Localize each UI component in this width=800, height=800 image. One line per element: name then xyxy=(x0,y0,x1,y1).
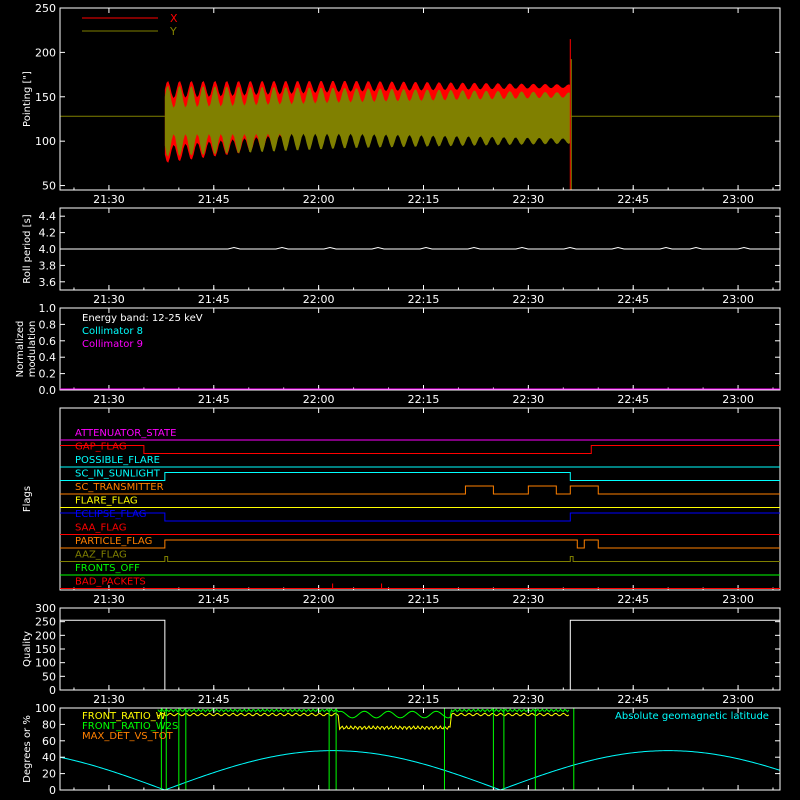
latitude-ytick-label: 20 xyxy=(42,768,56,781)
quality-ytick-label: 250 xyxy=(35,616,56,629)
flags-xtick-label: 21:45 xyxy=(198,593,230,606)
quality-xtick-label: 22:45 xyxy=(617,693,649,706)
latitude-ytick-label: 100 xyxy=(35,702,56,715)
pointing-ytick-label: 250 xyxy=(35,2,56,15)
modulation-ytick-label: 1.0 xyxy=(39,302,57,315)
flags-xtick-label: 22:30 xyxy=(512,593,544,606)
quality-xtick-label: 22:00 xyxy=(303,693,335,706)
quality-ytick-label: 50 xyxy=(42,670,56,683)
modulation-xtick-label: 21:45 xyxy=(198,393,230,406)
pointing-xtick-label: 22:00 xyxy=(303,193,335,206)
modulation-xtick-label: 22:00 xyxy=(303,393,335,406)
flags-xtick-label: 21:30 xyxy=(93,593,125,606)
quality-ytick-label: 150 xyxy=(35,643,56,656)
roll-xtick-label: 22:15 xyxy=(408,293,440,306)
quality-ytick-label: 0 xyxy=(49,684,56,697)
latitude-legend-label: Absolute geomagnetic latitude xyxy=(615,711,769,722)
modulation-ytick-label: 0.2 xyxy=(39,368,57,381)
roll-ytick-label: 4.0 xyxy=(39,243,57,256)
modulation-ylabel-line1: Normalized xyxy=(15,321,26,378)
flag-label: SAA_FLAG xyxy=(75,523,126,534)
modulation-xtick-label: 23:00 xyxy=(722,393,754,406)
roll-xtick-label: 22:00 xyxy=(303,293,335,306)
latitude-ylabel: Degrees or % xyxy=(22,715,33,783)
flags-xtick-label: 22:15 xyxy=(408,593,440,606)
roll-ytick-label: 4.2 xyxy=(39,227,57,240)
flag-label: SC_IN_SUNLIGHT xyxy=(75,469,161,480)
roll-ytick-label: 3.6 xyxy=(39,276,57,289)
modulation-ytick-label: 0.8 xyxy=(39,318,57,331)
pointing-ytick-label: 150 xyxy=(35,91,56,104)
pointing-xtick-label: 22:45 xyxy=(617,193,649,206)
flag-label: FLARE_FLAG xyxy=(75,496,138,507)
flag-label: FRONTS_OFF xyxy=(75,563,140,574)
flags-ylabel: Flags xyxy=(22,486,33,512)
quality-ytick-label: 300 xyxy=(35,602,56,615)
modulation-legend-label: Collimator 9 xyxy=(82,339,143,350)
latitude-ytick-label: 80 xyxy=(42,718,56,731)
pointing-ytick-label: 200 xyxy=(35,46,56,59)
roll-xtick-label: 21:45 xyxy=(198,293,230,306)
pointing-ylabel: Pointing ["] xyxy=(22,71,33,127)
roll-xtick-label: 22:30 xyxy=(512,293,544,306)
flags-xtick-label: 23:00 xyxy=(722,593,754,606)
pointing-ytick-label: 100 xyxy=(35,135,56,148)
roll-ylabel: Roll period [s] xyxy=(22,214,33,283)
roll-ytick-label: 4.4 xyxy=(39,210,57,223)
quality-xtick-label: 21:30 xyxy=(93,693,125,706)
quality-ytick-label: 100 xyxy=(35,657,56,670)
flag-label: AAZ_FLAG xyxy=(75,550,127,561)
quality-xtick-label: 22:15 xyxy=(408,693,440,706)
modulation-ylabel: Normalized modulation xyxy=(15,321,38,378)
modulation-xtick-label: 22:30 xyxy=(512,393,544,406)
modulation-xtick-label: 22:45 xyxy=(617,393,649,406)
roll-xtick-label: 21:30 xyxy=(93,293,125,306)
quality-ylabel: Quality xyxy=(22,631,33,667)
flag-label: ATTENUATOR_STATE xyxy=(75,428,176,439)
pointing-xtick-label: 23:00 xyxy=(722,193,754,206)
quality-xtick-label: 22:30 xyxy=(512,693,544,706)
modulation-ylabel-line2: modulation xyxy=(27,321,38,378)
flag-label: PARTICLE_FLAG xyxy=(75,536,152,547)
modulation-ytick-label: 0.6 xyxy=(39,335,57,348)
quality-xtick-label: 23:00 xyxy=(722,693,754,706)
pointing-xtick-label: 21:45 xyxy=(198,193,230,206)
flag-label: SC_TRANSMITTER xyxy=(75,482,164,493)
flags-xtick-label: 22:00 xyxy=(303,593,335,606)
modulation-legend-label: Collimator 8 xyxy=(82,326,143,337)
latitude-ytick-label: 60 xyxy=(42,735,56,748)
flags-xtick-label: 22:45 xyxy=(617,593,649,606)
pointing-ytick-label: 50 xyxy=(42,180,56,193)
flag-label: POSSIBLE_FLARE xyxy=(75,455,160,466)
latitude-legend-label: MAX_DET_VS_TOT xyxy=(82,731,174,742)
modulation-ytick-label: 0.4 xyxy=(39,351,57,364)
roll-xtick-label: 22:45 xyxy=(617,293,649,306)
modulation-xtick-label: 22:15 xyxy=(408,393,440,406)
latitude-ytick-label: 0 xyxy=(49,784,56,797)
hessi-summary-chart: 21:30 21:45 22:00 22:15 22:30 22:45 23:00 Point… xyxy=(0,0,800,800)
modulation-legend-label: Energy band: 12-25 keV xyxy=(82,313,203,324)
pointing-xtick-label: 22:30 xyxy=(512,193,544,206)
modulation-xtick-label: 21:30 xyxy=(93,393,125,406)
flag-label: GAP_FLAG xyxy=(75,442,127,453)
quality-ytick-label: 200 xyxy=(35,629,56,642)
pointing-xtick-label: 21:30 xyxy=(93,193,125,206)
modulation-ytick-label: 0.0 xyxy=(39,384,57,397)
flag-label: BAD_PACKETS xyxy=(75,577,146,588)
pointing-legend-label: X xyxy=(170,12,178,25)
latitude-ytick-label: 40 xyxy=(42,751,56,764)
pointing-xtick-label: 22:15 xyxy=(408,193,440,206)
flag-label: ECLIPSE_FLAG xyxy=(75,509,146,520)
roll-ytick-label: 3.8 xyxy=(39,259,57,272)
roll-xtick-label: 23:00 xyxy=(722,293,754,306)
pointing-legend-label: Y xyxy=(169,25,177,38)
quality-xtick-label: 21:45 xyxy=(198,693,230,706)
